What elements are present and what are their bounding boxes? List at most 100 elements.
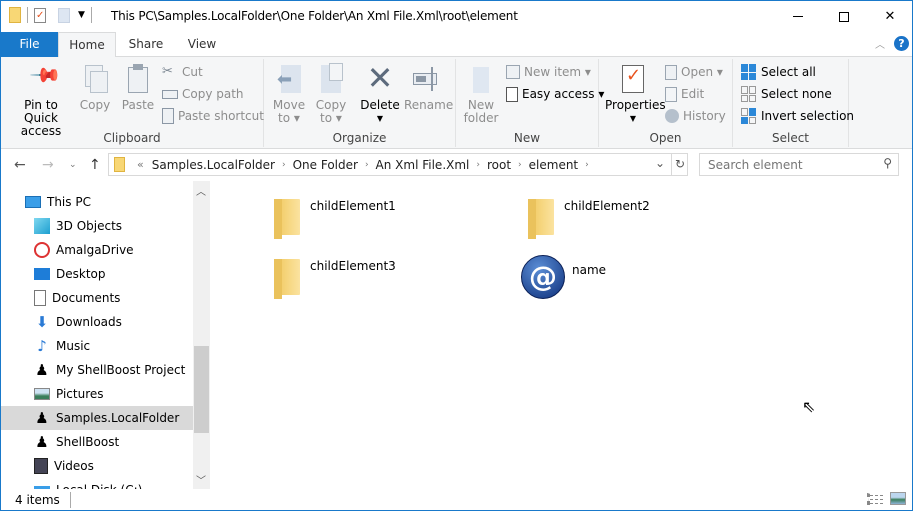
refresh-button[interactable]: ↻	[671, 154, 688, 175]
paste-shortcut-icon	[162, 108, 174, 124]
recent-locations-button[interactable]: ⌄	[69, 160, 77, 170]
pin-to-quick-access-button[interactable]: 📌 Pin to Quick access	[7, 57, 75, 138]
group-label-clipboard: Clipboard	[103, 131, 161, 145]
pictures-icon	[34, 388, 50, 400]
close-button[interactable]: ✕	[867, 1, 913, 32]
nav-item-music[interactable]: ♪ Music	[1, 334, 193, 358]
breadcrumb-item[interactable]: Samples.LocalFolder	[152, 158, 275, 172]
search-input[interactable]	[700, 154, 870, 175]
group-label-new: New	[513, 131, 541, 145]
select-all-button[interactable]: Select all	[741, 62, 816, 82]
nav-item-this-pc[interactable]: This PC	[1, 190, 193, 214]
list-item[interactable]: childElement1	[272, 197, 396, 239]
tab-view[interactable]: View	[175, 32, 229, 57]
rename-button[interactable]: Rename	[404, 63, 453, 112]
properties-button[interactable]: ✓ Properties ▼	[605, 63, 666, 125]
nav-item-desktop[interactable]: Desktop	[1, 262, 193, 286]
new-item-button[interactable]: New item ▾	[506, 62, 591, 82]
help-icon[interactable]: ?	[894, 36, 909, 51]
breadcrumb-item[interactable]: One Folder	[293, 158, 358, 172]
details-view-button[interactable]	[867, 493, 883, 505]
properties-icon[interactable]: ✓	[34, 7, 46, 23]
group-open: ✓ Properties ▼ Open ▾ Edit History Open	[599, 59, 733, 147]
nav-item-my-shellboost-project[interactable]: ♟ My ShellBoost Project	[1, 358, 193, 382]
at-sign-icon: @	[521, 255, 565, 299]
breadcrumb-item[interactable]: root	[487, 158, 511, 172]
address-bar[interactable]: « Samples.LocalFolder › One Folder › An Xm…	[108, 153, 688, 176]
open-button[interactable]: Open ▾	[665, 62, 723, 82]
nav-item-pictures[interactable]: Pictures	[1, 382, 193, 406]
list-item[interactable]: @ name	[521, 255, 606, 299]
nav-scrollbar[interactable]: ︿ ﹀	[193, 181, 210, 489]
paste-shortcut-button[interactable]: Paste shortcut	[162, 106, 264, 126]
chevron-right-icon[interactable]: ›	[365, 160, 369, 170]
new-folder-icon	[465, 63, 497, 95]
nav-item-local-disk-c[interactable]: Local Disk (C:)	[1, 478, 193, 489]
nav-item-3d-objects[interactable]: 3D Objects	[1, 214, 193, 238]
copy-button[interactable]: Copy	[77, 63, 113, 112]
window-title: This PC\Samples.LocalFolder\One Folder\A…	[111, 9, 518, 23]
tab-share[interactable]: Share	[119, 32, 173, 57]
nav-item-downloads[interactable]: ⬇ Downloads	[1, 310, 193, 334]
folder-icon[interactable]	[9, 7, 21, 23]
copy-to-button[interactable]: Copy to ▾	[312, 63, 350, 125]
cut-button[interactable]: ✂ Cut	[162, 62, 203, 82]
search-box[interactable]: ⚲	[699, 153, 899, 176]
new-folder-icon[interactable]	[58, 7, 70, 23]
properties-dropdown-icon[interactable]: ▼	[605, 112, 661, 125]
nav-item-label: This PC	[47, 195, 91, 209]
back-button[interactable]: ←	[14, 157, 26, 173]
history-button[interactable]: History	[665, 106, 726, 126]
nav-item-shellboost[interactable]: ♟ ShellBoost	[1, 430, 193, 454]
search-icon[interactable]: ⚲	[883, 156, 892, 170]
pin-icon: 📌	[28, 57, 64, 93]
easy-access-button[interactable]: Easy access ▾	[506, 84, 604, 104]
breadcrumb-item[interactable]: element	[529, 158, 578, 172]
paste-button[interactable]: Paste	[119, 63, 157, 112]
mouse-cursor-icon: ⇖	[802, 397, 816, 416]
new-folder-button[interactable]: New folder	[462, 63, 500, 125]
chevron-right-icon[interactable]: ›	[518, 160, 522, 170]
nav-item-videos[interactable]: Videos	[1, 454, 193, 478]
delete-dropdown-icon[interactable]: ▼	[360, 112, 400, 125]
tab-home[interactable]: Home	[58, 32, 116, 58]
select-none-button[interactable]: Select none	[741, 84, 832, 104]
nav-item-documents[interactable]: Documents	[1, 286, 193, 310]
breadcrumb-overflow[interactable]: «	[137, 158, 144, 171]
downloads-icon: ⬇	[35, 313, 49, 331]
breadcrumb-item[interactable]: An Xml File.Xml	[376, 158, 470, 172]
chevron-right-icon[interactable]: ›	[282, 160, 286, 170]
list-item[interactable]: childElement3	[272, 257, 396, 299]
scroll-down-icon[interactable]: ﹀	[196, 472, 206, 487]
copy-path-icon	[162, 89, 178, 99]
item-name: childElement3	[310, 259, 396, 273]
item-name: childElement1	[310, 199, 396, 213]
move-to-button[interactable]: ⬅ Move to ▾	[270, 63, 308, 125]
quick-access-toolbar: ✓ ▼	[9, 7, 92, 23]
scroll-up-icon[interactable]: ︿	[196, 183, 206, 198]
minimize-ribbon-icon[interactable]: ︿	[875, 36, 885, 51]
delete-button[interactable]: ✕ Delete ▼	[360, 62, 400, 125]
group-label-organize: Organize	[332, 131, 387, 145]
nav-scrollbar-thumb[interactable]	[194, 346, 209, 433]
videos-icon	[34, 458, 48, 474]
chevron-right-icon[interactable]: ›	[585, 160, 589, 170]
address-dropdown-icon[interactable]: ⌄	[655, 156, 665, 170]
nav-item-amalgadrive[interactable]: AmalgaDrive	[1, 238, 193, 262]
forward-button[interactable]: →	[42, 157, 54, 173]
minimize-button[interactable]	[775, 1, 821, 32]
large-icons-view-button[interactable]	[890, 492, 906, 505]
edit-button[interactable]: Edit	[665, 84, 704, 104]
customize-qat-icon[interactable]: ▼	[78, 10, 85, 20]
nav-item-samples-localfolder[interactable]: ♟ Samples.LocalFolder	[1, 406, 193, 430]
tab-file[interactable]: File	[1, 32, 58, 57]
copy-path-button[interactable]: Copy path	[162, 84, 244, 104]
group-label-open: Open	[649, 131, 682, 145]
nav-item-label: My ShellBoost Project	[56, 363, 186, 377]
chevron-right-icon[interactable]: ›	[476, 160, 480, 170]
item-name: childElement2	[564, 199, 650, 213]
up-button[interactable]: ↑	[89, 157, 101, 173]
maximize-button[interactable]	[821, 1, 867, 32]
list-item[interactable]: childElement2	[526, 197, 650, 239]
invert-selection-button[interactable]: Invert selection	[741, 106, 854, 126]
